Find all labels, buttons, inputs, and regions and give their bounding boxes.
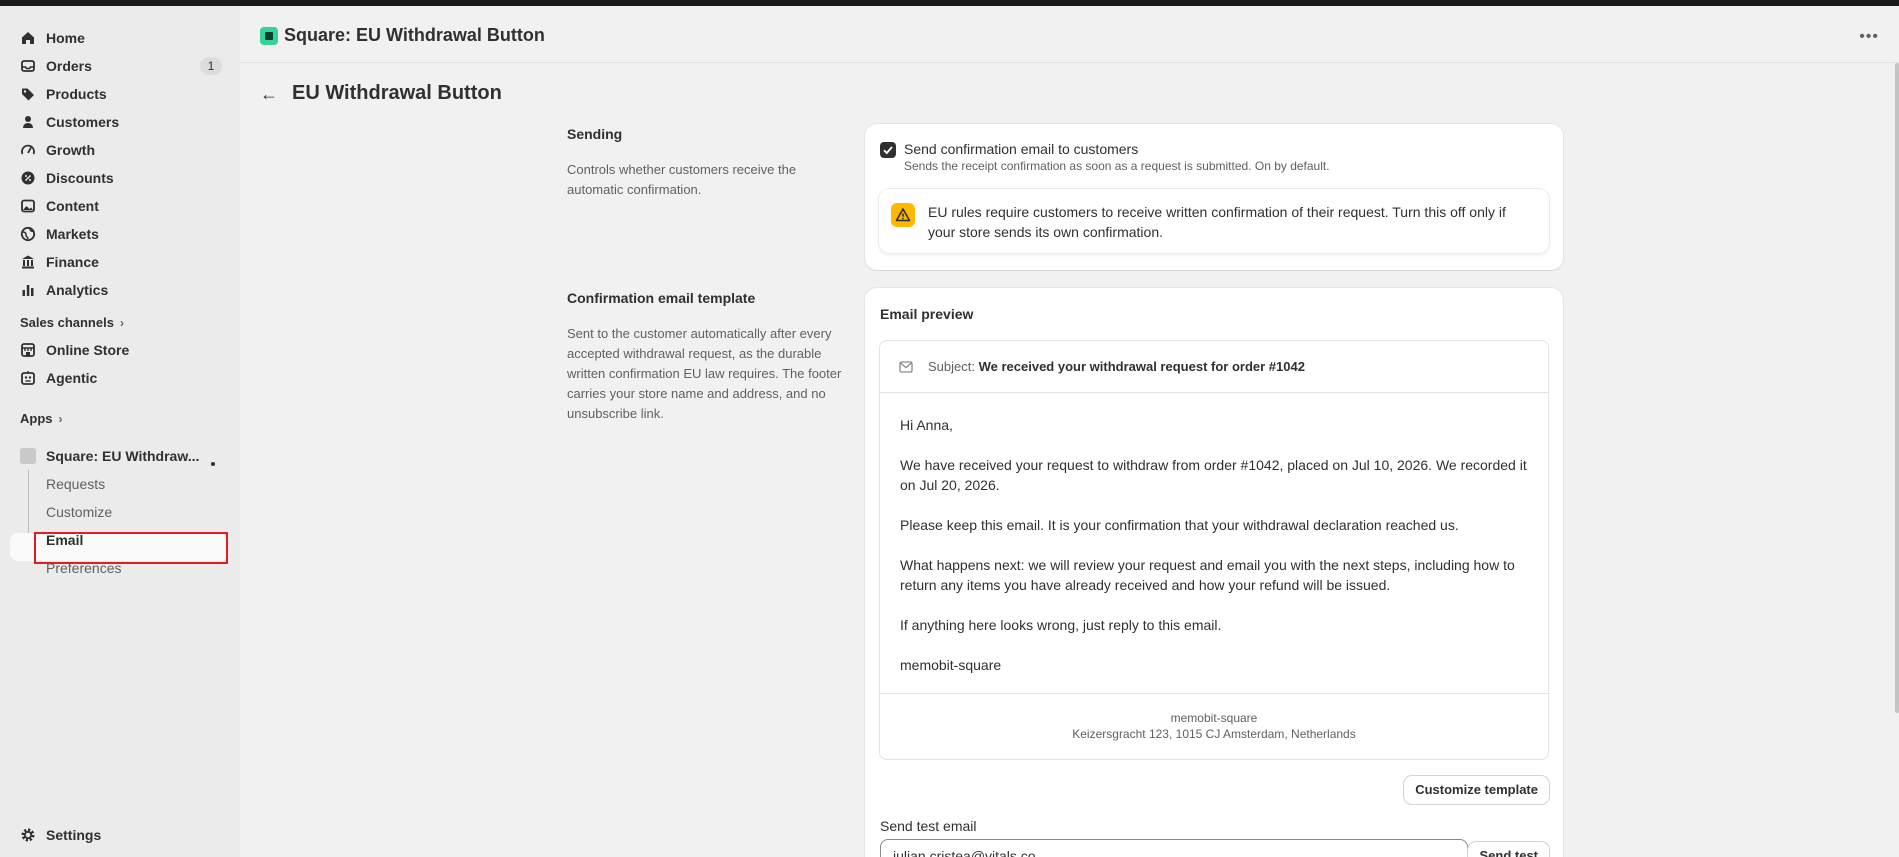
sidebar-item-app[interactable]: Square: EU Withdraw... [10, 443, 228, 469]
footer-address: Keizersgracht 123, 1015 CJ Amsterdam, Ne… [1072, 727, 1356, 741]
send-test-email-label: Send test email [880, 818, 977, 834]
admin-sidebar: Home Orders 1 Products Customers Growth … [0, 6, 240, 857]
sidebar-item-label: Markets [46, 226, 99, 242]
orders-count-badge: 1 [200, 57, 222, 75]
sending-section-title: Sending [567, 126, 623, 142]
sidebar-item-label: Discounts [46, 170, 114, 186]
send-test-button[interactable]: Send test [1468, 842, 1549, 857]
inbox-icon [21, 60, 35, 72]
main-content: Square: EU Withdrawal Button ••• ← EU Wi… [240, 6, 1899, 857]
chevron-right-icon: › [119, 315, 124, 330]
test-email-input[interactable]: julian.cristea@vitals.co [880, 839, 1468, 857]
email-paragraph: If anything here looks wrong, just reply… [900, 617, 1222, 633]
warning-icon [891, 203, 915, 227]
store-icon [21, 343, 35, 357]
gauge-icon [21, 144, 35, 155]
sidebar-item-label: Orders [46, 58, 92, 74]
sidebar-subitem-requests[interactable]: Requests [46, 476, 105, 492]
footer-store-name: memobit-square [1170, 711, 1258, 725]
person-icon [23, 116, 33, 128]
sidebar-item-products[interactable]: Products [10, 81, 228, 107]
sidebar-item-label: Settings [46, 827, 102, 843]
apps-heading[interactable]: Apps › [20, 411, 63, 426]
discount-icon [21, 171, 35, 185]
sidebar-item-label: Square: EU Withdraw... [46, 448, 200, 464]
more-options-icon[interactable]: ••• [1859, 28, 1879, 46]
sidebar-item-customers[interactable]: Customers [10, 109, 228, 135]
app-title: Square: EU Withdrawal Button [284, 25, 545, 45]
sending-section-description: Controls whether customers receive the a… [567, 162, 797, 197]
template-section-title: Confirmation email template [567, 290, 756, 306]
image-icon [21, 199, 35, 213]
email-greeting: Hi Anna, [900, 417, 953, 433]
send-confirmation-label[interactable]: Send confirmation email to customers [904, 141, 1138, 157]
email-preview: Subject: We received your withdrawal req… [879, 340, 1549, 760]
home-icon [22, 32, 34, 44]
bar-chart-icon [22, 285, 34, 296]
email-signature: memobit-square [900, 657, 1002, 673]
tag-icon [22, 88, 34, 101]
gear-icon [21, 828, 35, 842]
app-icon [20, 448, 36, 464]
highlight-box [34, 532, 228, 564]
app-logo-icon [260, 27, 278, 45]
sidebar-item-label: Customers [46, 114, 120, 130]
sidebar-item-analytics[interactable]: Analytics [10, 277, 228, 303]
mail-icon [899, 361, 913, 373]
warning-banner: EU rules require customers to receive wr… [879, 189, 1549, 253]
template-section-description: Sent to the customer automatically after… [567, 326, 842, 421]
email-body: Hi Anna, We have received your request t… [900, 415, 1530, 695]
sidebar-item-markets[interactable]: Markets [10, 221, 228, 247]
checkmark-icon [883, 146, 893, 155]
sidebar-item-content[interactable]: Content [10, 193, 228, 219]
sending-card: Send confirmation email to customers Sen… [865, 124, 1563, 270]
email-paragraph: What happens next: we will review your r… [900, 557, 1515, 593]
sidebar-item-label: Analytics [46, 282, 109, 298]
sidebar-subitem-customize[interactable]: Customize [46, 504, 112, 520]
warning-banner-text: EU rules require customers to receive wr… [928, 204, 1506, 240]
sidebar-item-discounts[interactable]: Discounts [10, 165, 228, 191]
app-header: Square: EU Withdrawal Button ••• [240, 6, 1899, 63]
app-pin-dot [211, 462, 215, 466]
email-subject-row: Subject: We received your withdrawal req… [880, 341, 1548, 393]
email-footer: memobit-square Keizersgracht 123, 1015 C… [880, 693, 1548, 759]
sidebar-item-label: Online Store [46, 342, 130, 358]
sidebar-item-label: Home [46, 30, 85, 46]
sidebar-item-label: Agentic [46, 370, 98, 386]
sidebar-item-agentic[interactable]: Agentic [10, 365, 228, 391]
sidebar-item-label: Content [46, 198, 99, 214]
email-template-card: Email preview Subject: We received your … [865, 288, 1563, 857]
globe-icon [20, 226, 36, 242]
apps-label: Apps [20, 411, 53, 426]
sidebar-item-finance[interactable]: Finance [10, 249, 228, 275]
subject-label: Subject: [928, 359, 975, 374]
bank-icon [22, 255, 34, 269]
sidebar-item-online-store[interactable]: Online Store [10, 337, 228, 363]
sales-channels-heading[interactable]: Sales channels › [20, 315, 124, 330]
sidebar-item-label: Growth [46, 142, 95, 158]
sales-channels-label: Sales channels [20, 315, 114, 330]
subnav-line [28, 470, 29, 542]
sidebar-item-label: Finance [46, 254, 99, 270]
send-confirmation-help: Sends the receipt confirmation as soon a… [904, 159, 1330, 173]
sidebar-item-settings[interactable]: Settings [10, 822, 228, 848]
sidebar-item-home[interactable]: Home [10, 25, 228, 51]
robot-icon [21, 371, 35, 385]
email-paragraph: We have received your request to withdra… [900, 457, 1527, 493]
email-subject: Subject: We received your withdrawal req… [928, 359, 1305, 374]
sidebar-item-growth[interactable]: Growth [10, 137, 228, 163]
email-paragraph: Please keep this email. It is your confi… [900, 517, 1459, 533]
back-arrow-icon[interactable]: ← [260, 84, 280, 104]
email-preview-heading: Email preview [880, 306, 974, 322]
sidebar-item-label: Products [46, 86, 107, 102]
send-confirmation-checkbox[interactable] [880, 142, 896, 158]
subject-value: We received your withdrawal request for … [978, 359, 1305, 374]
page-title: EU Withdrawal Button [292, 82, 502, 104]
customize-template-button[interactable]: Customize template [1404, 776, 1549, 804]
sidebar-item-orders[interactable]: Orders 1 [10, 53, 228, 79]
page-scrollbar[interactable] [1895, 63, 1899, 713]
chevron-right-icon: › [58, 411, 63, 426]
